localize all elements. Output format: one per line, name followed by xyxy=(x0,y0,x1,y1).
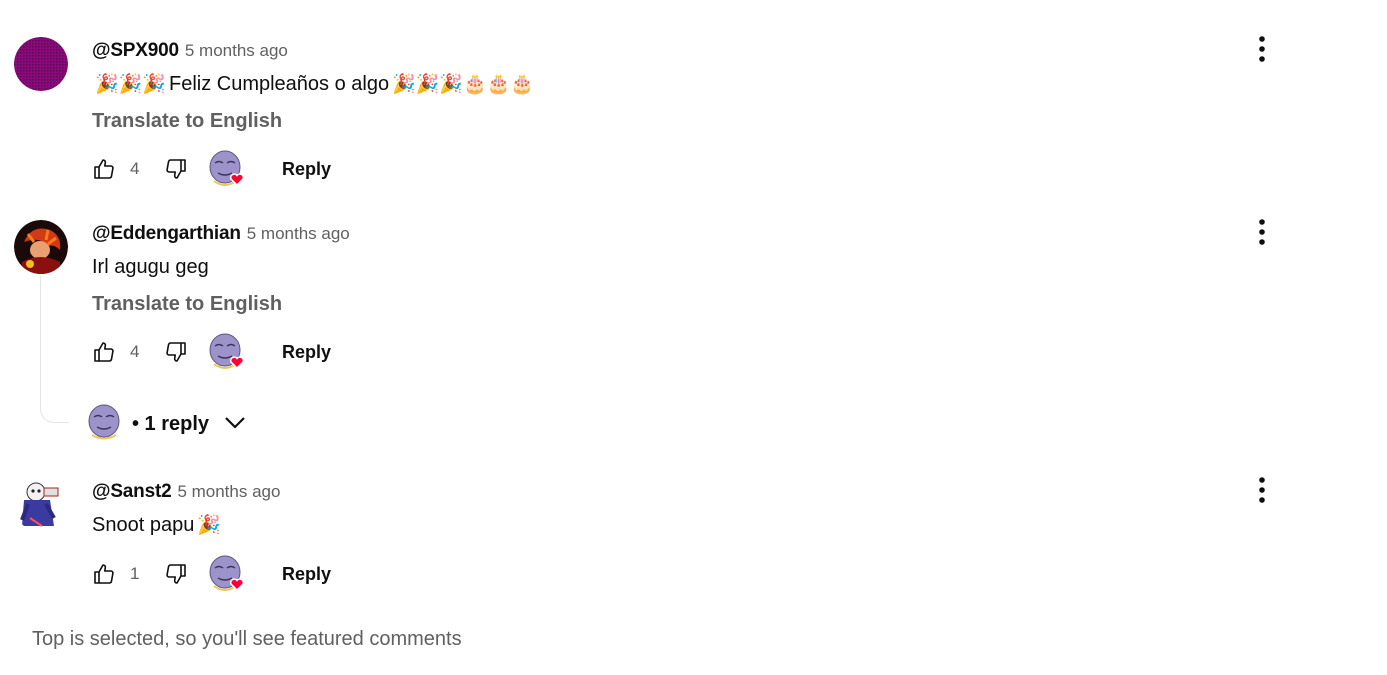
comment-author[interactable]: @Sanst2 xyxy=(92,481,172,503)
comment-text-body: Irl agugu geg xyxy=(92,256,209,278)
comment-actions: 4 Reply xyxy=(92,332,331,372)
creator-heart-icon xyxy=(208,149,248,189)
comment-text-body: Feliz Cumpleaños o algo xyxy=(168,73,390,95)
comment-time[interactable]: 5 months ago xyxy=(247,224,350,244)
avatar[interactable] xyxy=(14,220,68,274)
party-emoji: 🎉 xyxy=(197,515,221,536)
like-icon[interactable] xyxy=(92,340,116,364)
like-count: 4 xyxy=(130,342,140,361)
creator-heart-icon xyxy=(214,0,244,4)
comment-actions: 1 Reply xyxy=(92,554,331,594)
replies-count[interactable]: • 1 reply xyxy=(132,413,209,436)
translate-button[interactable]: Translate to English xyxy=(92,293,282,316)
creator-heart-icon xyxy=(208,332,248,372)
dislike-icon[interactable] xyxy=(164,340,188,364)
sort-info-text: Top is selected, so you'll see featured … xyxy=(32,628,462,650)
comment-text: 🎉🎉🎉 Feliz Cumpleaños o algo 🎉🎉🎉🎂🎂🎂 xyxy=(92,73,537,96)
creator-heart-icon xyxy=(208,554,248,594)
comment-time[interactable]: 5 months ago xyxy=(185,41,288,61)
comment-author[interactable]: @SPX900 xyxy=(92,40,179,62)
comment-time[interactable]: 5 months ago xyxy=(177,482,280,502)
party-emoji: 🎉🎉🎉 xyxy=(95,74,166,95)
avatar[interactable] xyxy=(14,478,68,532)
comment-actions: 4 Reply xyxy=(92,149,331,189)
thread-connector xyxy=(40,276,69,423)
like-count: 1 xyxy=(130,564,140,583)
comment-author[interactable]: @Eddengarthian xyxy=(92,223,241,245)
like-count: 4 xyxy=(130,159,140,178)
reply-button[interactable]: Reply xyxy=(282,159,331,180)
more-vert-icon[interactable] xyxy=(1250,217,1274,247)
chevron-down-icon[interactable] xyxy=(223,410,247,439)
creator-avatar xyxy=(86,404,122,445)
dislike-icon[interactable] xyxy=(164,157,188,181)
comment-text: Irl agugu geg xyxy=(92,256,209,279)
avatar[interactable] xyxy=(14,37,68,91)
dislike-icon[interactable] xyxy=(164,562,188,586)
party-cake-emoji: 🎉🎉🎉🎂🎂🎂 xyxy=(392,74,535,95)
like-icon[interactable] xyxy=(92,157,116,181)
translate-button[interactable]: Translate to English xyxy=(92,110,282,133)
reply-button[interactable]: Reply xyxy=(282,342,331,363)
reply-button[interactable]: Reply xyxy=(282,564,331,585)
like-icon[interactable] xyxy=(92,562,116,586)
more-vert-icon[interactable] xyxy=(1250,34,1274,64)
comment-text-body: Snoot papu xyxy=(92,514,195,536)
comment-text: Snoot papu 🎉 xyxy=(92,514,224,537)
more-vert-icon[interactable] xyxy=(1250,475,1274,505)
view-replies-button[interactable]: • 1 reply xyxy=(86,404,247,445)
